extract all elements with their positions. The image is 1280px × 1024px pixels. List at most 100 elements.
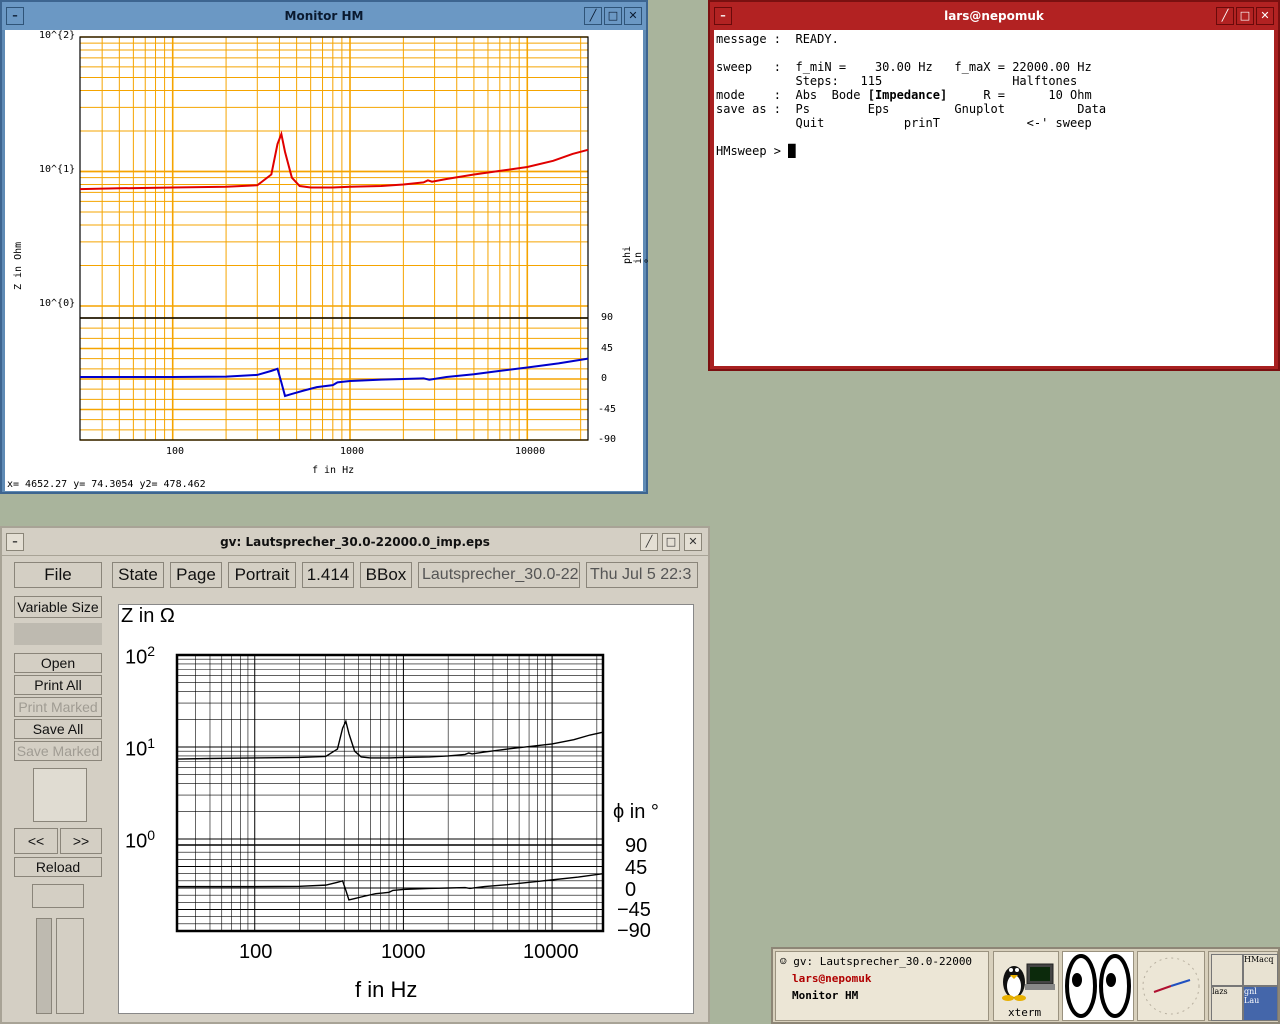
- phase-curve: [177, 872, 604, 901]
- phase-tick-minus90: −90: [617, 920, 651, 942]
- xterm-launcher-label: xterm: [1008, 1006, 1042, 1019]
- xtick-1000: 1000: [381, 941, 426, 963]
- task-gv[interactable]: ☺ gv: Lautsprecher_30.0-22000: [780, 955, 972, 968]
- virtual-desktop-pager[interactable]: HMacq lazs gnl Lau: [1208, 951, 1278, 1021]
- window-title: Monitor HM: [284, 9, 364, 23]
- page-marker-list[interactable]: [32, 884, 84, 908]
- iconify-button[interactable]: ╱: [640, 533, 658, 551]
- ytick-10: 101: [125, 735, 156, 761]
- clock-applet: [1137, 951, 1205, 1021]
- bbox-button[interactable]: BBox: [360, 562, 412, 588]
- maximize-button[interactable]: □: [604, 7, 622, 25]
- terminal-line: message : READY.: [716, 32, 839, 46]
- desktop-4[interactable]: gnl Lau: [1243, 986, 1278, 1021]
- terminal-line: sweep : f_miN = 30.00 Hz f_maX = 22000.0…: [716, 60, 1092, 74]
- task-monitor[interactable]: Monitor HM: [792, 989, 858, 1002]
- iconify-button[interactable]: ╱: [1216, 7, 1234, 25]
- open-button[interactable]: Open: [14, 653, 102, 673]
- file-menu-button[interactable]: File: [14, 562, 102, 588]
- page-preview-panner[interactable]: [33, 768, 87, 822]
- terminal-line: Steps: 115 Halftones: [716, 74, 1078, 88]
- page-list[interactable]: [56, 918, 84, 1014]
- task-list: ☺ gv: Lautsprecher_30.0-22000 lars@nepom…: [775, 951, 989, 1021]
- scale-button[interactable]: 1.414: [302, 562, 354, 588]
- save-marked-button[interactable]: Save Marked: [14, 741, 102, 761]
- cursor: █: [788, 144, 796, 158]
- window-title: lars@nepomuk: [944, 9, 1044, 23]
- task-xterm[interactable]: lars@nepomuk: [792, 972, 871, 985]
- x-tick-100: 100: [166, 446, 185, 457]
- desktop-2[interactable]: HMacq: [1243, 954, 1278, 986]
- monitor-titlebar[interactable]: – Monitor HM ╱ □ ✕: [2, 2, 646, 30]
- save-all-button[interactable]: Save All: [14, 719, 102, 739]
- terminal-line: Quit prinT <-' sweep: [716, 116, 1092, 130]
- window-title: gv: Lautsprecher_30.0-22000.0_imp.eps: [220, 535, 490, 549]
- orientation-button[interactable]: Portrait: [228, 562, 296, 588]
- eyes-icon: [1065, 954, 1131, 1018]
- page-number-field[interactable]: [14, 623, 102, 645]
- x-tick-10000: 10000: [515, 446, 546, 457]
- state-menu-button[interactable]: State: [112, 562, 164, 588]
- page-list-scrollbar[interactable]: [36, 918, 52, 1014]
- window-menu-button[interactable]: –: [714, 7, 732, 25]
- phase-label: ϕ in °: [613, 801, 659, 823]
- plot-frame: [175, 653, 605, 933]
- size-button[interactable]: Variable Size: [14, 596, 102, 618]
- phase-tick-45: 45: [625, 857, 648, 879]
- xtick-100: 100: [239, 941, 273, 963]
- xeyes-applet: [1062, 951, 1134, 1021]
- phase-tick-minus45: −45: [617, 899, 651, 921]
- xterm-titlebar[interactable]: – lars@nepomuk ╱ □ ✕: [710, 2, 1278, 30]
- gv-task-icon: ☺: [780, 955, 787, 968]
- ytick-1: 100: [125, 827, 156, 853]
- y-tick-10: 10^{1}: [39, 164, 76, 175]
- xtick-10000: 10000: [523, 941, 579, 963]
- desktop-3[interactable]: lazs: [1211, 986, 1243, 1021]
- reload-button[interactable]: Reload: [14, 857, 102, 877]
- phase-tick-minus45: -45: [598, 404, 617, 415]
- phase-tick-90: 90: [625, 835, 648, 857]
- print-all-button[interactable]: Print All: [14, 675, 102, 695]
- impedance-curve: [79, 130, 589, 191]
- print-marked-button[interactable]: Print Marked: [14, 697, 102, 717]
- phase-tick-0: 0: [601, 373, 608, 384]
- ytick-100: 102: [125, 643, 156, 669]
- window-menu-button[interactable]: –: [6, 533, 24, 551]
- monitor-plot-area[interactable]: 10^{2} 10^{1} 10^{0} Z in Ohm phi in ° 9…: [5, 30, 655, 491]
- date-field: Thu Jul 5 22:3: [586, 562, 698, 588]
- terminal-line: mode : Abs Bode [Impedance] R = 10 Ohm: [716, 88, 1092, 102]
- close-button[interactable]: ✕: [684, 533, 702, 551]
- maximize-button[interactable]: □: [662, 533, 680, 551]
- terminal[interactable]: message : READY. sweep : f_miN = 30.00 H…: [714, 30, 1274, 366]
- phase-tick-minus90: -90: [598, 434, 617, 445]
- impedance-chart: [79, 36, 589, 441]
- gv-window: – gv: Lautsprecher_30.0-22000.0_imp.eps …: [0, 526, 710, 1024]
- phase-tick-90: 90: [601, 312, 614, 323]
- ylabel: Z in Ω: [121, 605, 175, 627]
- desktop-panel: ☺ gv: Lautsprecher_30.0-22000 lars@nepom…: [771, 947, 1280, 1024]
- filename-field: Lautsprecher_30.0-22000.0_imp.eps: [418, 562, 580, 588]
- xlabel: f in Hz: [355, 977, 418, 1002]
- tux-terminal-icon: [1002, 963, 1055, 1001]
- page-menu-button[interactable]: Page: [170, 562, 222, 588]
- desktop-1[interactable]: [1211, 954, 1243, 986]
- close-button[interactable]: ✕: [624, 7, 642, 25]
- maximize-button[interactable]: □: [1236, 7, 1254, 25]
- phase-curve: [80, 357, 589, 398]
- close-button[interactable]: ✕: [1256, 7, 1274, 25]
- iconify-button[interactable]: ╱: [584, 7, 602, 25]
- cursor-readout: x= 4652.27 y= 74.3054 y2= 478.462: [7, 479, 206, 490]
- clock-icon: [1142, 957, 1200, 1015]
- monitor-window: – Monitor HM ╱ □ ✕ 10^{2} 10^{1} 10^{0} …: [0, 0, 655, 494]
- y-tick-1: 10^{0}: [39, 298, 76, 309]
- x-tick-1000: 1000: [340, 446, 365, 457]
- x-axis-label: f in Hz: [312, 465, 355, 476]
- next-page-button[interactable]: >>: [60, 828, 102, 854]
- terminal-line: save as : Ps Eps Gnuplot Data: [716, 102, 1107, 116]
- window-menu-button[interactable]: –: [6, 7, 24, 25]
- previous-page-button[interactable]: <<: [14, 828, 58, 854]
- gv-titlebar[interactable]: – gv: Lautsprecher_30.0-22000.0_imp.eps …: [2, 528, 708, 556]
- y2-axis-label: phi in °: [622, 245, 655, 264]
- xterm-launcher[interactable]: xterm: [993, 951, 1059, 1021]
- postscript-page[interactable]: Z in Ω 102 101 100 ϕ in ° 90 45 0 −45 −9…: [118, 604, 694, 1014]
